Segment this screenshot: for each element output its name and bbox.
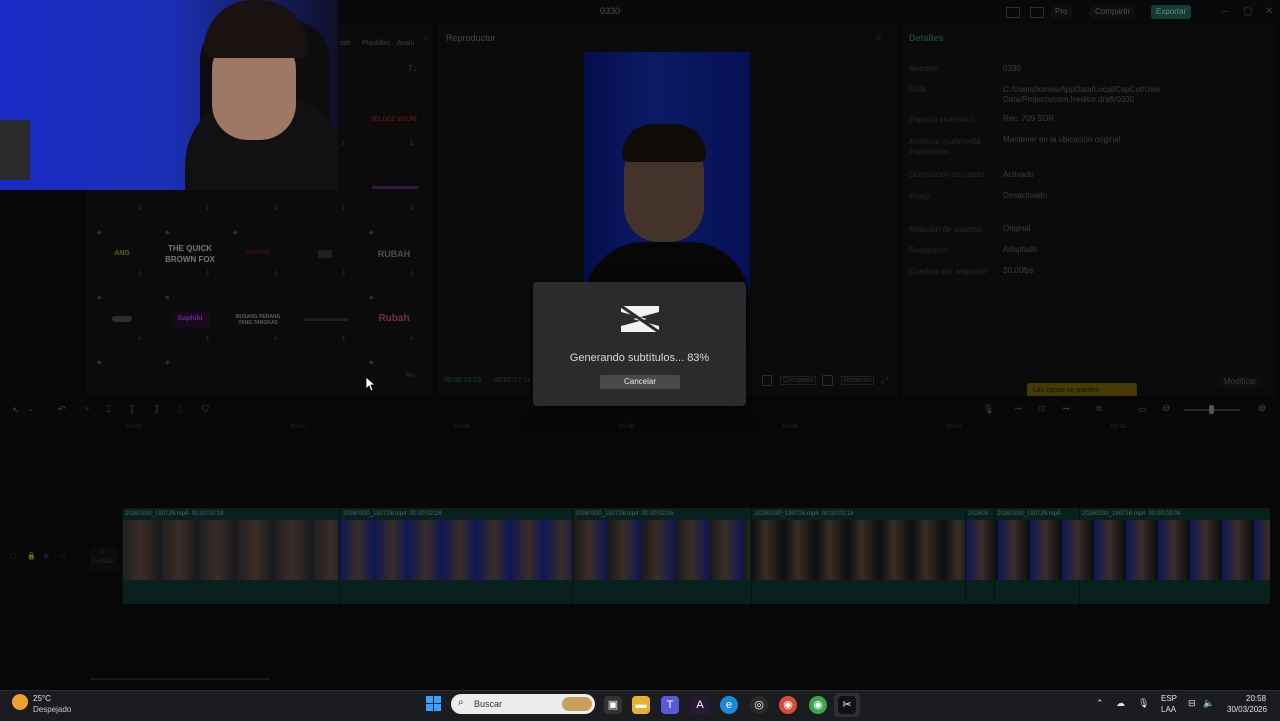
search-icon: ⌕ (458, 697, 464, 708)
search-highlight-image (562, 697, 592, 711)
progress-status-text: Generando subtítulos... 83% (569, 352, 710, 364)
teams-icon[interactable]: T (661, 696, 679, 714)
affinity-icon[interactable]: A (691, 696, 709, 714)
obs-icon[interactable]: ◎ (750, 696, 768, 714)
capcut-logo-icon (620, 304, 660, 334)
weather-temp: 25°C (33, 694, 51, 703)
network-icon[interactable]: ⊟ (1188, 698, 1196, 709)
mouse-cursor-icon (366, 377, 376, 392)
file-explorer-icon[interactable]: ▬ (632, 696, 650, 714)
clock-date: 30/03/2026 (1227, 705, 1268, 714)
volume-icon[interactable]: 🔈 (1203, 698, 1214, 709)
cancel-label: Cancelar (623, 377, 656, 386)
subtitle-progress-dialog: Generando subtítulos... 83% Cancelar (533, 282, 746, 406)
microphone-stand (0, 120, 30, 180)
mic-tray-icon[interactable]: 🎙 (1138, 698, 1149, 709)
cancel-button[interactable]: Cancelar (600, 375, 680, 389)
search-placeholder: Buscar (474, 699, 503, 709)
windows-start-icon[interactable] (426, 696, 442, 712)
language-variant: LAA (1161, 705, 1177, 714)
webcam-overlay (0, 0, 338, 190)
webcam-person-hair (204, 0, 308, 58)
edge-icon[interactable]: e (720, 696, 738, 714)
chrome-profile-icon[interactable]: ◉ (809, 696, 827, 714)
onedrive-icon[interactable]: ☁ (1116, 698, 1125, 709)
weather-description: Despejado (33, 705, 72, 714)
weather-sun-icon[interactable] (12, 694, 28, 710)
chrome-icon[interactable]: ◉ (779, 696, 797, 714)
capcut-taskbar-icon[interactable]: ✂ (838, 696, 856, 714)
clock-time[interactable]: 20:58 (1246, 694, 1266, 703)
language-code[interactable]: ESP (1161, 694, 1177, 703)
tray-chevron-icon[interactable]: ⌃ (1096, 698, 1104, 709)
task-view-icon[interactable]: ▣ (604, 696, 622, 714)
